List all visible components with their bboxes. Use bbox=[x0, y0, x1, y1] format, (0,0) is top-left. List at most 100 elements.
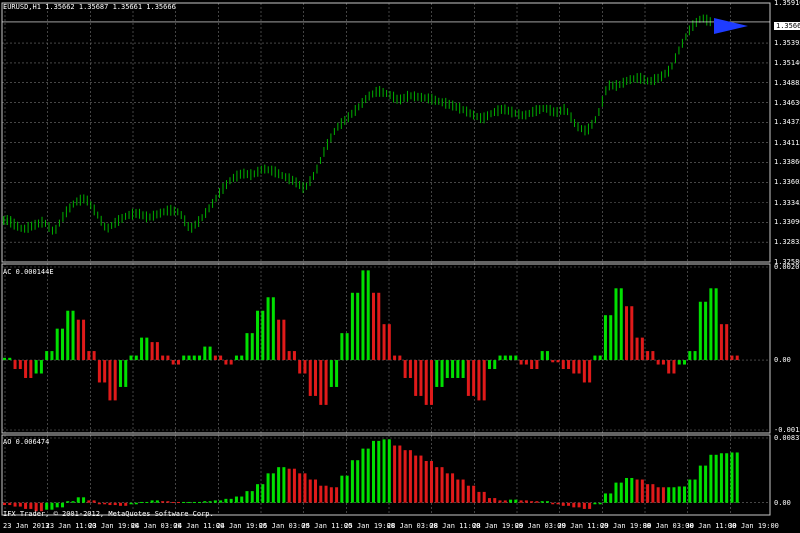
symbol-label: EURUSD,H1 1.35662 1.35687 1.35661 1.3566… bbox=[3, 3, 176, 11]
ac-bar bbox=[688, 351, 692, 361]
ao-bar bbox=[398, 445, 402, 503]
ac-bar bbox=[487, 360, 491, 370]
ac-bar bbox=[66, 310, 70, 361]
ao-bar bbox=[234, 496, 238, 503]
ac-bar bbox=[393, 355, 397, 361]
ac-bar bbox=[39, 360, 43, 374]
current-price-tag: 1.35666 bbox=[774, 22, 800, 30]
ac-bar bbox=[435, 360, 439, 387]
ao-bar bbox=[730, 452, 734, 503]
ac-bar bbox=[603, 315, 607, 361]
ao-bar bbox=[424, 460, 428, 503]
ao-bar bbox=[387, 439, 391, 503]
ac-bar bbox=[55, 328, 59, 361]
ao-bar bbox=[577, 502, 581, 508]
ac-bar bbox=[292, 351, 296, 361]
ac-bar bbox=[240, 355, 244, 361]
ao-bar bbox=[540, 501, 544, 503]
ac-bar bbox=[319, 360, 323, 405]
ao-bar bbox=[324, 485, 328, 503]
ao-bar bbox=[472, 485, 476, 503]
ac-bar bbox=[82, 319, 86, 361]
ao-bar bbox=[108, 502, 112, 506]
ao-bar bbox=[509, 499, 513, 503]
ao-bar bbox=[609, 493, 613, 503]
ao-bar bbox=[303, 473, 307, 503]
ao-bar bbox=[182, 501, 186, 503]
ac-bar bbox=[387, 324, 391, 361]
ao-bar bbox=[60, 502, 64, 508]
ao-bar bbox=[646, 484, 650, 503]
ao-bar bbox=[661, 487, 665, 503]
ac-bar bbox=[103, 360, 107, 383]
ac-bar bbox=[709, 288, 713, 361]
ao-bar bbox=[719, 453, 723, 503]
ac-bar bbox=[545, 351, 549, 361]
ac-bar bbox=[50, 351, 54, 361]
ac-bar bbox=[261, 310, 265, 361]
ac-bar bbox=[551, 360, 555, 363]
ac-bar bbox=[203, 346, 207, 361]
ac-bar bbox=[182, 355, 186, 361]
ac-bar bbox=[287, 351, 291, 361]
ao-bar bbox=[429, 460, 433, 503]
ac-bar bbox=[245, 333, 249, 361]
ac-bar bbox=[92, 351, 96, 361]
price-tick-label: 1.35910 bbox=[774, 0, 800, 7]
ac-bar bbox=[298, 360, 302, 374]
ac-bar bbox=[530, 360, 534, 370]
ac-bar bbox=[646, 351, 650, 361]
ao-bar bbox=[240, 496, 244, 503]
ao-bar bbox=[677, 486, 681, 503]
ac-bar bbox=[277, 319, 281, 361]
ao-bar bbox=[614, 482, 618, 503]
ao-bar bbox=[13, 502, 17, 507]
ac-bar bbox=[76, 319, 80, 361]
ac-bar bbox=[735, 355, 739, 361]
ac-bar bbox=[693, 351, 697, 361]
ac-bar bbox=[514, 355, 518, 361]
ao-bar bbox=[725, 453, 729, 503]
ao-bar bbox=[619, 482, 623, 503]
ao-bar bbox=[198, 501, 202, 503]
ac-bar bbox=[466, 360, 470, 396]
ao-bar bbox=[161, 501, 165, 503]
ac-bar bbox=[335, 360, 339, 387]
ao-tick-label: 0.008373 bbox=[774, 434, 800, 442]
price-tick-label: 1.35395 bbox=[774, 39, 800, 48]
ao-bar bbox=[356, 460, 360, 503]
ac-bar bbox=[314, 360, 318, 396]
ao-tick-label: 0.00 bbox=[774, 498, 791, 507]
ao-bar bbox=[393, 445, 397, 503]
ac-bar bbox=[324, 360, 328, 405]
ac-bar bbox=[361, 270, 365, 361]
ao-bar bbox=[176, 501, 180, 503]
ao-bar bbox=[493, 498, 497, 503]
ao-bar bbox=[76, 497, 80, 503]
ac-bar bbox=[667, 360, 671, 374]
ao-bar bbox=[187, 501, 191, 503]
ac-bar bbox=[356, 292, 360, 361]
ac-bar bbox=[567, 360, 571, 370]
ao-bar bbox=[735, 452, 739, 503]
ao-bar bbox=[82, 497, 86, 503]
ac-bar bbox=[155, 342, 159, 361]
ac-bar bbox=[250, 333, 254, 361]
ao-bar bbox=[140, 501, 144, 503]
ac-bar bbox=[408, 360, 412, 378]
ao-bar bbox=[3, 502, 6, 506]
ac-bar bbox=[329, 360, 333, 387]
ac-bar bbox=[118, 360, 122, 387]
ao-bar bbox=[208, 501, 212, 503]
time-tick-label: 30 Jan 19:00 bbox=[728, 522, 779, 530]
ao-bar bbox=[477, 491, 481, 503]
ac-bar bbox=[282, 319, 286, 361]
ac-bar bbox=[503, 355, 507, 361]
ac-bar bbox=[445, 360, 449, 378]
ac-bar bbox=[498, 355, 502, 361]
chart-canvas[interactable] bbox=[0, 0, 800, 533]
ac-bar bbox=[234, 355, 238, 361]
ac-bar bbox=[519, 360, 523, 365]
ac-bar bbox=[635, 337, 639, 361]
ao-bar bbox=[419, 455, 423, 503]
